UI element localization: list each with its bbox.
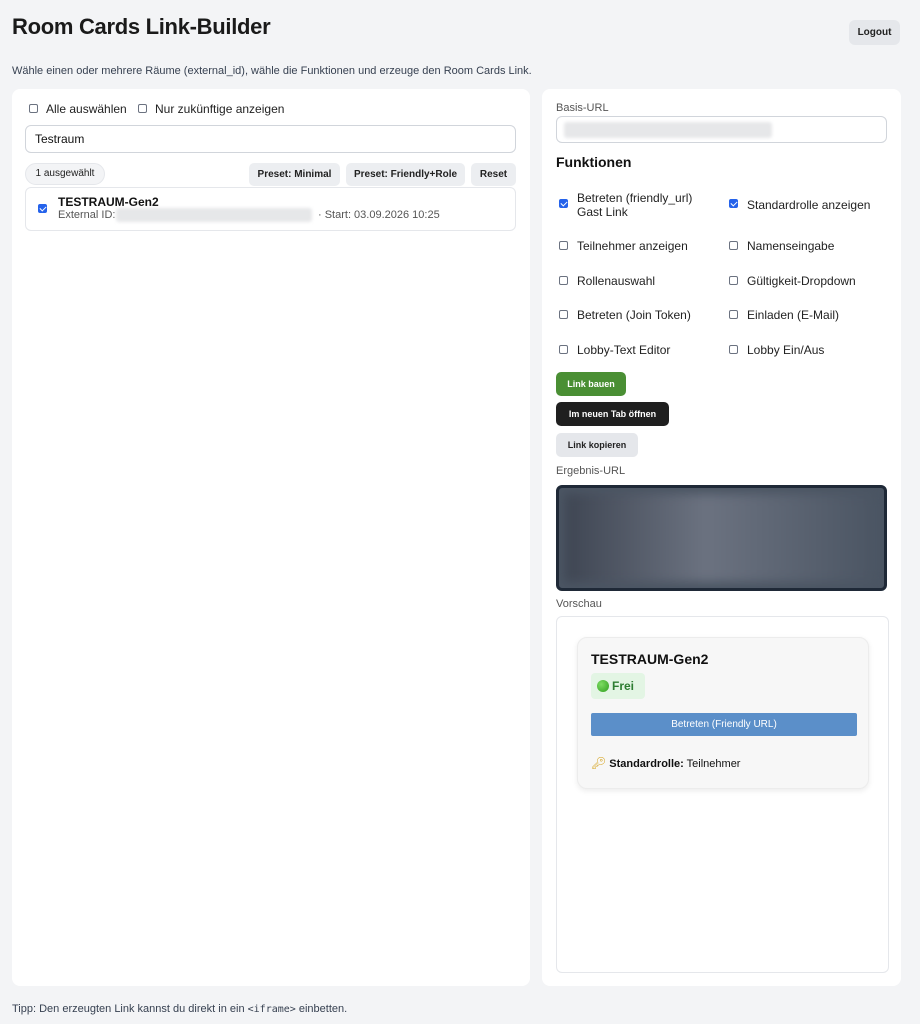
preview-label: Vorschau xyxy=(556,598,602,610)
function-checkbox-lobby-toggle[interactable] xyxy=(729,345,738,354)
base-url-value-redacted xyxy=(564,122,772,138)
copy-link-button[interactable]: Link kopieren xyxy=(556,433,638,457)
function-panel: Basis-URL Funktionen Betreten (friendly_… xyxy=(542,89,901,986)
external-id-value-redacted xyxy=(116,208,312,222)
green-circle-icon xyxy=(597,680,609,692)
page-subtitle: Wähle einen oder mehrere Räume (external… xyxy=(12,65,532,77)
default-role-line: 🔑︎ Standardrolle: Teilnehmer xyxy=(591,756,740,770)
preset-friendly-role-button[interactable]: Preset: Friendly+Role xyxy=(346,163,465,186)
functions-heading: Funktionen xyxy=(556,154,632,170)
function-checkbox-join-token[interactable] xyxy=(559,310,568,319)
function-label-role-select: Rollenauswahl xyxy=(577,274,656,288)
room-status-text: Frei xyxy=(612,679,635,693)
room-selection-panel: Alle auswählen Nur zukünftige anzeigen 1… xyxy=(12,89,530,986)
function-checkbox-friendly-url[interactable] xyxy=(559,199,568,208)
open-new-tab-button[interactable]: Im neuen Tab öffnen xyxy=(556,402,669,426)
function-label-friendly-url: Betreten (friendly_url) xyxy=(577,191,693,205)
footer-tip: Tipp: Den erzeugten Link kannst du direk… xyxy=(12,1003,347,1015)
room-name: TESTRAUM-Gen2 xyxy=(58,195,159,209)
default-role-label: Standardrolle: xyxy=(609,758,684,770)
function-label-guest-link: Gast Link xyxy=(577,205,628,219)
function-label-default-role: Standardrolle anzeigen xyxy=(747,198,871,212)
function-label-lobby-toggle: Lobby Ein/Aus xyxy=(747,343,825,357)
page-title: Room Cards Link-Builder xyxy=(12,14,271,39)
function-label-join-token: Betreten (Join Token) xyxy=(577,308,691,322)
room-search-input[interactable] xyxy=(25,125,516,153)
function-checkbox-name-input[interactable] xyxy=(729,241,738,250)
key-icon: 🔑︎ xyxy=(591,756,607,770)
room-list-item[interactable]: TESTRAUM-Gen2 External ID: · Start: 03.0… xyxy=(25,187,516,231)
base-url-input[interactable] xyxy=(556,116,887,143)
footer-tip-code: <iframe> xyxy=(247,1004,296,1015)
preset-minimal-button[interactable]: Preset: Minimal xyxy=(249,163,340,186)
select-all-checkbox[interactable] xyxy=(29,104,38,113)
result-url-textarea[interactable] xyxy=(556,485,887,591)
logout-button[interactable]: Logout xyxy=(849,20,900,45)
function-checkbox-lobby-text-editor[interactable] xyxy=(559,345,568,354)
room-external-id-label: External ID: xyxy=(58,209,116,221)
function-label-validity-dropdown: Gültigkeit-Dropdown xyxy=(747,274,856,288)
footer-tip-text: Tipp: Den erzeugten Link kannst du direk… xyxy=(12,1003,245,1015)
default-role-value: Teilnehmer xyxy=(686,758,741,770)
function-checkbox-validity-dropdown[interactable] xyxy=(729,276,738,285)
result-url-label: Ergebnis-URL xyxy=(556,465,626,477)
room-card-title: TESTRAUM-Gen2 xyxy=(591,651,709,667)
function-label-invite-email: Einladen (E-Mail) xyxy=(747,308,840,322)
function-label-lobby-text-editor: Lobby-Text Editor xyxy=(577,343,671,357)
function-checkbox-participants[interactable] xyxy=(559,241,568,250)
build-link-button[interactable]: Link bauen xyxy=(556,372,626,396)
base-url-label: Basis-URL xyxy=(556,102,609,114)
function-checkbox-role-select[interactable] xyxy=(559,276,568,285)
function-label-name-input: Namenseingabe xyxy=(747,239,835,253)
preview-frame: TESTRAUM-Gen2 Frei Betreten (Friendly UR… xyxy=(556,616,889,973)
selected-count-badge: 1 ausgewählt xyxy=(25,163,105,185)
function-checkbox-default-role[interactable] xyxy=(729,199,738,208)
join-friendly-url-button[interactable]: Betreten (Friendly URL) xyxy=(591,713,857,736)
result-url-redacted xyxy=(565,494,878,582)
room-status-badge: Frei xyxy=(591,673,645,699)
function-checkbox-invite-email[interactable] xyxy=(729,310,738,319)
room-start-time: · Start: 03.09.2026 10:25 xyxy=(318,209,440,221)
reset-button[interactable]: Reset xyxy=(471,163,516,186)
function-label-participants: Teilnehmer anzeigen xyxy=(577,239,688,253)
future-only-checkbox[interactable] xyxy=(138,104,147,113)
select-all-label: Alle auswählen xyxy=(46,102,127,116)
room-card-preview: TESTRAUM-Gen2 Frei Betreten (Friendly UR… xyxy=(577,637,869,789)
room-checkbox[interactable] xyxy=(38,204,47,213)
future-only-label: Nur zukünftige anzeigen xyxy=(155,102,285,116)
footer-tip-text-end: einbetten. xyxy=(298,1003,348,1015)
